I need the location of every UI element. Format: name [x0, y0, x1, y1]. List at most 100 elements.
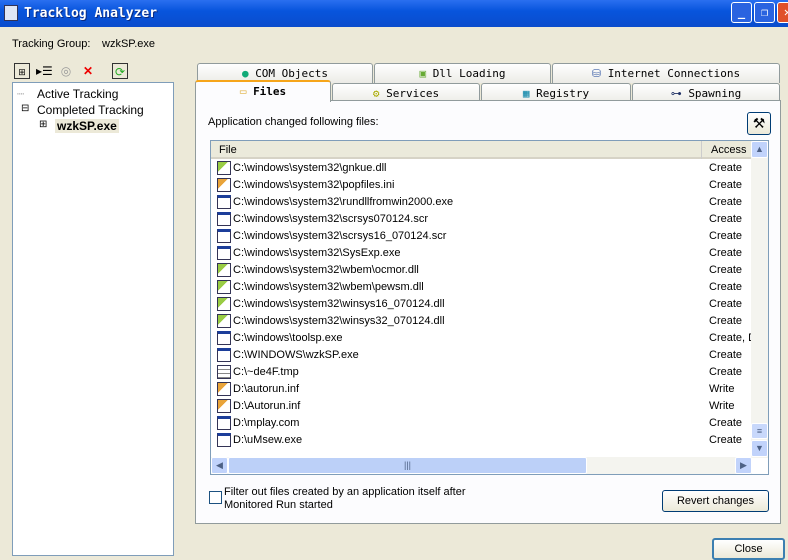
- list-header: File Access: [211, 141, 752, 159]
- file-path: C:\windows\system32\wbem\pewsm.dll: [233, 281, 424, 293]
- table-row[interactable]: C:\windows\system32\gnkue.dll Create: [215, 160, 752, 177]
- file-path: C:\windows\system32\popfiles.ini: [233, 179, 395, 191]
- maximize-button[interactable]: ❐: [754, 2, 775, 23]
- access-type: Create: [709, 230, 743, 242]
- gears-icon: ⚙: [372, 87, 380, 100]
- access-type: Create: [709, 417, 743, 429]
- exe-file-icon: [217, 229, 231, 243]
- table-row[interactable]: C:\windows\system32\rundllfromwin2000.ex…: [215, 194, 752, 211]
- table-row[interactable]: D:\uMsew.exe Create: [215, 432, 752, 449]
- exe-file-icon: [217, 433, 231, 447]
- files-list[interactable]: File Access C:\windows\system32\gnkue.dl…: [210, 140, 769, 475]
- horizontal-scroll-thumb[interactable]: |||: [228, 457, 587, 474]
- tree-item-active-tracking[interactable]: Active Tracking: [37, 87, 118, 101]
- vertical-scroll-thumb[interactable]: ≡: [751, 423, 768, 439]
- table-row[interactable]: C:\windows\system32\scrsys16_070124.scr C…: [215, 228, 752, 245]
- table-row[interactable]: C:\windows\system32\SysExp.exe Create: [215, 245, 752, 262]
- tab-dll-loading[interactable]: ▣ Dll Loading: [374, 63, 551, 83]
- tree-item-wzksp[interactable]: wzkSP.exe: [55, 119, 119, 133]
- exe-file-icon: [217, 348, 231, 362]
- table-row[interactable]: C:\windows\system32\winsys32_070124.dll C…: [215, 313, 752, 330]
- access-type: Create: [709, 264, 743, 276]
- scroll-right-button[interactable]: ▶: [735, 457, 752, 474]
- collapse-icon[interactable]: ⊟: [21, 103, 29, 114]
- table-row[interactable]: D:\mplay.com Create: [215, 415, 752, 432]
- table-row[interactable]: C:\windows\system32\wbem\ocmor.dll Create: [215, 262, 752, 279]
- access-type: Create: [709, 298, 743, 310]
- expand-list-icon[interactable]: ▸☰: [36, 63, 53, 79]
- ini-file-icon: [217, 178, 231, 192]
- dll-file-icon: [217, 280, 231, 294]
- files-caption: Application changed following files:: [208, 116, 379, 128]
- network-icon: ⛁: [591, 67, 602, 80]
- table-row[interactable]: C:\windows\system32\wbem\pewsm.dll Create: [215, 279, 752, 296]
- access-type: Create: [709, 213, 743, 225]
- hammer-wrench-icon: ⚒: [752, 115, 766, 131]
- minimize-button[interactable]: _: [731, 2, 752, 23]
- file-path: C:\windows\system32\SysExp.exe: [233, 247, 401, 259]
- table-row[interactable]: D:\Autorun.inf Write: [215, 398, 752, 415]
- scroll-down-button[interactable]: ▼: [751, 440, 768, 457]
- tab-internet-connections[interactable]: ⛁ Internet Connections: [552, 63, 780, 83]
- app-icon: [4, 5, 18, 21]
- dll-file-icon: [217, 314, 231, 328]
- tracking-group-label: Tracking Group:: [12, 38, 91, 50]
- table-row[interactable]: D:\autorun.inf Write: [215, 381, 752, 398]
- stop-icon[interactable]: ◎: [58, 63, 74, 79]
- exe-file-icon: [217, 331, 231, 345]
- exe-file-icon: [217, 416, 231, 430]
- tree-line: ┈: [17, 87, 25, 101]
- file-path: D:\Autorun.inf: [233, 400, 301, 412]
- exe-file-icon: [217, 195, 231, 209]
- column-header-file[interactable]: File: [219, 144, 237, 156]
- tree-view-icon[interactable]: ⊞: [14, 63, 30, 79]
- file-path: D:\mplay.com: [233, 417, 300, 429]
- hierarchy-icon: ⊶: [670, 87, 682, 100]
- scroll-up-button[interactable]: ▲: [751, 141, 768, 158]
- filter-label-line2[interactable]: Monitored Run started: [224, 499, 333, 511]
- table-row[interactable]: C:\WINDOWS\wzkSP.exe Create: [215, 347, 752, 364]
- exe-file-icon: [217, 212, 231, 226]
- access-type: Create: [709, 179, 743, 191]
- access-type: Write: [709, 400, 735, 412]
- access-type: Create: [709, 349, 743, 361]
- table-row[interactable]: C:\windows\toolsp.exe Create, D: [215, 330, 756, 347]
- table-row[interactable]: C:\~de4F.tmp Create: [215, 364, 752, 381]
- file-path: C:\windows\system32\winsys16_070124.dll: [233, 298, 445, 310]
- table-row[interactable]: C:\windows\system32\popfiles.ini Create: [215, 177, 752, 194]
- close-button[interactable]: Close: [712, 538, 785, 560]
- horizontal-scrollbar[interactable]: ◀ ||| ▶: [211, 457, 752, 474]
- tools-button[interactable]: ⚒: [747, 112, 771, 135]
- ini-file-icon: [217, 399, 231, 413]
- dll-icon: ▣: [419, 67, 427, 80]
- column-header-access[interactable]: Access: [711, 144, 746, 156]
- tab-files[interactable]: ▭ Files: [195, 80, 331, 102]
- file-path: C:\windows\system32\scrsys16_070124.scr: [233, 230, 447, 242]
- scroll-left-button[interactable]: ◀: [211, 457, 228, 474]
- access-type: Create: [709, 162, 743, 174]
- filter-checkbox[interactable]: [209, 491, 222, 504]
- delete-icon[interactable]: ✕: [80, 63, 96, 79]
- refresh-icon[interactable]: ⟳: [112, 63, 128, 79]
- file-path: C:\windows\system32\winsys32_070124.dll: [233, 315, 445, 327]
- access-type: Create: [709, 281, 743, 293]
- vertical-scrollbar[interactable]: ▲ ≡ ▼: [751, 141, 768, 458]
- tree-item-completed-tracking[interactable]: Completed Tracking: [37, 103, 144, 117]
- access-type: Write: [709, 383, 735, 395]
- close-window-button[interactable]: ✕: [777, 2, 788, 23]
- expand-icon[interactable]: ⊞: [39, 119, 47, 130]
- access-type: Create, D: [709, 332, 757, 344]
- file-path: C:\~de4F.tmp: [233, 366, 299, 378]
- table-row[interactable]: C:\windows\system32\scrsys070124.scr Crea…: [215, 211, 752, 228]
- access-type: Create: [709, 196, 743, 208]
- file-path: C:\windows\system32\wbem\ocmor.dll: [233, 264, 419, 276]
- table-row[interactable]: C:\windows\system32\winsys16_070124.dll C…: [215, 296, 752, 313]
- filter-label-line1[interactable]: Filter out files created by an applicati…: [224, 486, 466, 498]
- tracking-group-value: wzkSP.exe: [102, 38, 155, 50]
- file-path: C:\windows\toolsp.exe: [233, 332, 343, 344]
- dll-file-icon: [217, 161, 231, 175]
- exe-file-icon: [217, 246, 231, 260]
- revert-changes-button[interactable]: Revert changes: [662, 490, 769, 512]
- dll-file-icon: [217, 297, 231, 311]
- access-type: Create: [709, 247, 743, 259]
